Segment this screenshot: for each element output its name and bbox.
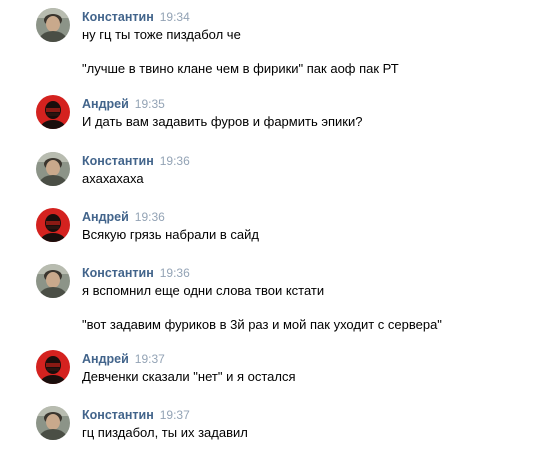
author-name[interactable]: Константин: [82, 408, 154, 422]
user-photo-icon: [36, 264, 70, 298]
author-name[interactable]: Андрей: [82, 210, 129, 224]
message-text: ну гц ты тоже пиздабол че: [82, 27, 241, 42]
message-time[interactable]: 19:36: [135, 210, 165, 224]
message-text: "вот задавим фуриков в 3й раз и мой пак …: [82, 317, 442, 332]
avatar-konstantin[interactable]: [36, 8, 70, 42]
message-text: Всякую грязь набрали в сайд: [82, 227, 259, 242]
message-time[interactable]: 19:36: [160, 266, 190, 280]
avatar-andrey[interactable]: [36, 95, 70, 129]
message-text: я вспомнил еще одни слова твои кстати: [82, 283, 325, 298]
message-text: ахахахаха: [82, 171, 144, 186]
avatar-konstantin[interactable]: [36, 264, 70, 298]
avatar-andrey[interactable]: [36, 350, 70, 384]
avatar-konstantin[interactable]: [36, 152, 70, 186]
message-time[interactable]: 19:37: [135, 352, 165, 366]
author-name[interactable]: Константин: [82, 154, 154, 168]
user-photo-icon: [36, 152, 70, 186]
avatar-andrey[interactable]: [36, 208, 70, 242]
user-photo-icon: [36, 208, 70, 242]
message-text: И дать вам задавить фуров и фармить эпик…: [82, 114, 363, 129]
author-name[interactable]: Константин: [82, 266, 154, 280]
chat-history: Константин 19:34 ну гц ты тоже пиздабол ч…: [0, 0, 550, 454]
user-photo-icon: [36, 8, 70, 42]
message-text: Девченки сказали "нет" и я остался: [82, 369, 296, 384]
author-name[interactable]: Андрей: [82, 352, 129, 366]
author-name[interactable]: Андрей: [82, 97, 129, 111]
message-text: гц пиздабол, ты их задавил: [82, 425, 248, 440]
message-time[interactable]: 19:37: [160, 408, 190, 422]
message-time[interactable]: 19:36: [160, 154, 190, 168]
author-name[interactable]: Константин: [82, 10, 154, 24]
message-time[interactable]: 19:34: [160, 10, 190, 24]
user-photo-icon: [36, 406, 70, 440]
message-time[interactable]: 19:35: [135, 97, 165, 111]
user-photo-icon: [36, 95, 70, 129]
message-text: "лучше в твино клане чем в фирики" пак а…: [82, 61, 399, 76]
avatar-konstantin[interactable]: [36, 406, 70, 440]
user-photo-icon: [36, 350, 70, 384]
